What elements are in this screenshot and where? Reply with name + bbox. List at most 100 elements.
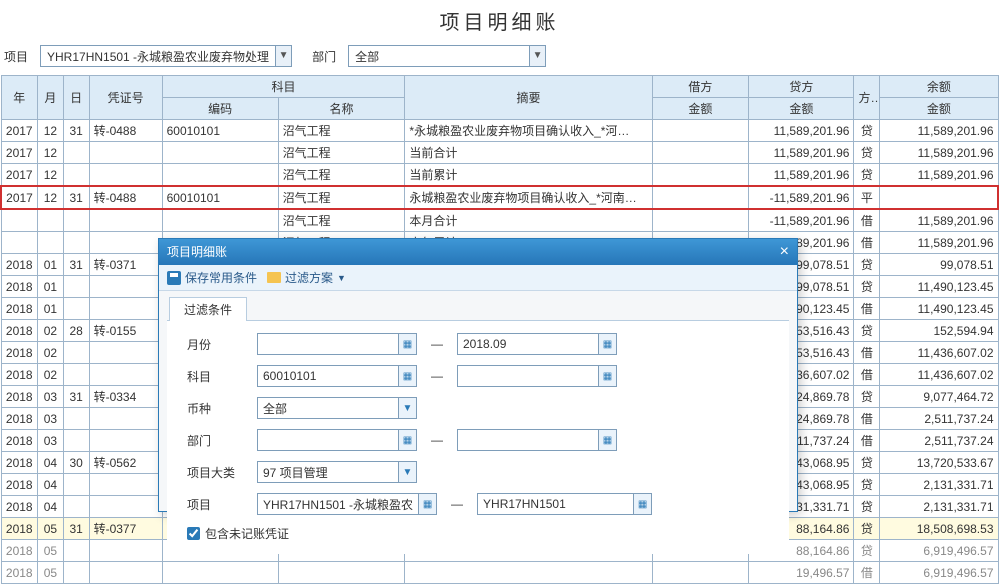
cell: 当前合计 [405,142,652,164]
cell: 60010101 [162,186,278,209]
table-row[interactable]: 20171231转-048860010101沼气工程*永城粮盈农业废弃物项目确认… [1,120,998,142]
picker-icon[interactable]: ▦ [398,366,416,386]
subject-to-input[interactable]: ▦ [457,365,617,387]
col-credit[interactable]: 贷方 [749,76,854,98]
dept-label: 部门 [312,48,340,65]
cell [652,142,749,164]
chevron-down-icon[interactable]: ▼ [398,398,416,418]
project-label: 项目 [177,496,257,513]
cell: 转-0155 [89,320,162,342]
cell: 11,436,607.02 [880,342,998,364]
picker-icon[interactable]: ▦ [598,366,616,386]
table-row[interactable]: 20171231转-048860010101沼气工程永城粮盈农业废弃物项目确认收… [1,186,998,209]
cell [63,496,89,518]
col-summary[interactable]: 摘要 [405,76,652,120]
picker-icon[interactable]: ▦ [398,334,416,354]
col-credit-amount[interactable]: 金额 [749,98,854,120]
col-dir[interactable]: 方向 [854,76,880,120]
subject-from-input[interactable]: 60010101▦ [257,365,417,387]
dept-combo[interactable]: 全部 ▼ [348,45,546,67]
col-year[interactable]: 年 [1,76,38,120]
cell: 借 [854,342,880,364]
month-from-input[interactable]: ▦ [257,333,417,355]
cell: -11,589,201.96 [749,186,854,209]
cell [63,298,89,320]
col-day[interactable]: 日 [63,76,89,120]
cell: 2018 [1,320,38,342]
col-balance-amount[interactable]: 金额 [880,98,998,120]
picker-icon[interactable]: ▦ [633,494,651,514]
col-subject-name[interactable]: 名称 [278,98,405,120]
dept-to-input[interactable]: ▦ [457,429,617,451]
cell: 2017 [1,142,38,164]
col-voucher[interactable]: 凭证号 [89,76,162,120]
page-title: 项目明细账 [0,0,999,45]
col-subject[interactable]: 科目 [162,76,405,98]
tab-filter-conditions[interactable]: 过滤条件 [169,297,247,321]
cell: 借 [854,562,880,584]
col-debit[interactable]: 借方 [652,76,749,98]
cell: 贷 [854,320,880,342]
cell: 2018 [1,474,38,496]
cell: 11,589,201.96 [880,120,998,142]
cell: 31 [63,518,89,540]
cell: 6,919,496.57 [880,540,998,562]
project-from-input[interactable]: YHR17HN1501 -永城粮盈农▦ [257,493,437,515]
cell: 11,436,607.02 [880,364,998,386]
cell: 19,496.57 [749,562,854,584]
cell [89,474,162,496]
cell: 2018 [1,276,38,298]
month-to-input[interactable]: 2018.09▦ [457,333,617,355]
cell [405,562,652,584]
save-conditions-button[interactable]: 保存常用条件 [167,269,257,286]
currency-input[interactable]: 全部▼ [257,397,417,419]
table-row[interactable]: 沼气工程本月合计-11,589,201.96借11,589,201.96 [1,209,998,232]
cell: 2018 [1,540,38,562]
include-unposted-input[interactable] [187,527,200,540]
picker-icon[interactable]: ▦ [418,494,436,514]
project-label: 项目 [4,48,32,65]
dialog-tabs: 过滤条件 [159,291,797,321]
table-row[interactable]: 20180519,496.57借6,919,496.57 [1,562,998,584]
cell [89,232,162,254]
cell: 01 [38,276,64,298]
picker-icon[interactable]: ▦ [598,334,616,354]
col-balance[interactable]: 余额 [880,76,998,98]
table-row[interactable]: 201712沼气工程当前累计11,589,201.96贷11,589,201.9… [1,164,998,187]
cell: 永城粮盈农业废弃物项目确认收入_*河南… [405,186,652,209]
cell: 12 [38,186,64,209]
cell: 01 [38,254,64,276]
cell: -11,589,201.96 [749,209,854,232]
dept-combo-text: 全部 [349,48,529,65]
dialog-titlebar[interactable]: 项目明细账 × [159,239,797,265]
dept-from-input[interactable]: ▦ [257,429,417,451]
col-month[interactable]: 月 [38,76,64,120]
cell: 2017 [1,164,38,187]
range-dash: — [437,497,477,511]
picker-icon[interactable]: ▦ [598,430,616,450]
filter-scheme-label: 过滤方案 [285,269,333,286]
col-debit-amount[interactable]: 金额 [652,98,749,120]
category-input[interactable]: 97 项目管理▼ [257,461,417,483]
cell: 借 [854,364,880,386]
cell: 2017 [1,186,38,209]
cell [63,540,89,562]
include-unposted-label: 包含未记账凭证 [205,525,289,542]
cell [1,232,38,254]
picker-icon[interactable]: ▦ [398,430,416,450]
filter-scheme-button[interactable]: 过滤方案 ▼ [267,269,346,286]
cell: 2018 [1,518,38,540]
cell: 当前累计 [405,164,652,187]
col-subject-code[interactable]: 编码 [162,98,278,120]
project-to-input[interactable]: YHR17HN1501▦ [477,493,652,515]
include-unposted-checkbox[interactable]: 包含未记账凭证 [177,525,779,542]
table-row[interactable]: 201712沼气工程当前合计11,589,201.96贷11,589,201.9… [1,142,998,164]
close-icon[interactable]: × [780,239,789,265]
chevron-down-icon[interactable]: ▼ [398,462,416,482]
chevron-down-icon: ▼ [275,46,291,66]
project-combo[interactable]: YHR17HN1501 -永城粮盈农业废弃物处理 ▼ [40,45,292,67]
top-filter-bar: 项目 YHR17HN1501 -永城粮盈农业废弃物处理 ▼ 部门 全部 ▼ [0,45,999,75]
cell [63,562,89,584]
cell: 贷 [854,254,880,276]
range-dash: — [417,337,457,351]
